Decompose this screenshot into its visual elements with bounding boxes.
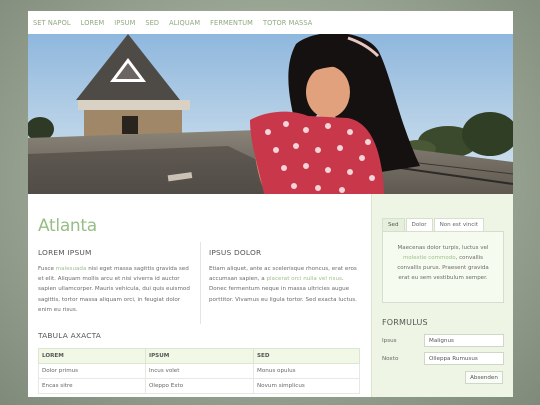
ipsus-input[interactable]: [424, 334, 504, 347]
lorem-ipsum-text-end: nisi eget massa sagittis gravida sed et …: [38, 266, 190, 313]
tab-sed[interactable]: Sed: [382, 218, 405, 231]
form-title: Formulus: [382, 318, 428, 327]
table-header: IPSUM: [145, 348, 254, 364]
table-cell: Novum simplicus: [253, 378, 360, 394]
lorem-ipsum-heading: Lorem Ipsum: [38, 248, 92, 257]
tab-dolor[interactable]: Dolor: [405, 218, 433, 231]
nav-item-set-napol[interactable]: Set Napol: [33, 19, 71, 27]
noxto-label: Noxto: [382, 355, 399, 362]
table-header: LOREM: [38, 348, 146, 364]
top-navigation: Set Napol Lorem Ipsum Sed Aliquam Fermen…: [28, 11, 513, 34]
ipsus-dolor-text: Etiam aliquet, ante ac scelerisque rhonc…: [209, 264, 363, 305]
lorem-ipsum-text: Fusce malesuada nisi eget massa sagittis…: [38, 264, 194, 315]
nav-item-aliquam[interactable]: Aliquam: [169, 19, 200, 27]
table-cell: Encas sitre: [38, 378, 146, 394]
table-row: Dolor primus Incus volet Monus opulus: [38, 363, 360, 379]
table-cell: Incus volet: [145, 363, 254, 379]
table-header: SED: [253, 348, 360, 364]
placerat-link[interactable]: placerat orci nulla vel risus: [266, 276, 341, 282]
malesuada-link[interactable]: malesuada: [56, 266, 87, 272]
nav-item-totor-massa[interactable]: Totor Massa: [263, 19, 312, 27]
form-row-noxto: Noxto: [382, 352, 504, 365]
submit-button[interactable]: Absenden: [465, 371, 503, 384]
table-cell: Dolor primus: [38, 363, 146, 379]
ipsus-dolor-heading: Ipsus Dolor: [209, 248, 262, 257]
noxto-input[interactable]: [424, 352, 504, 365]
hero-image: [28, 34, 513, 194]
tab-non-est-vincit[interactable]: Non est vincit: [433, 218, 485, 231]
lorem-ipsum-column: Lorem Ipsum Fusce malesuada nisi eget ma…: [38, 248, 194, 315]
table-title: Tabula Axacta: [38, 331, 101, 340]
ipsus-dolor-column: Ipsus Dolor Etiam aliquet, ante ac scele…: [209, 248, 363, 305]
tab-panel-text: Maecenas dolor turpis, luctus vel molest…: [391, 243, 495, 283]
column-divider: [200, 242, 201, 324]
main-content: Atlanta Lorem Ipsum Fusce malesuada nisi…: [28, 194, 371, 397]
sidebar-tabs: Sed Dolor Non est vincit: [382, 218, 485, 231]
nav-item-fermentum[interactable]: Fermentum: [210, 19, 253, 27]
lorem-ipsum-text-start: Fusce: [38, 266, 56, 272]
nav-item-sed[interactable]: Sed: [145, 19, 159, 27]
table-cell: Monus opulus: [253, 363, 360, 379]
table-header-row: LOREM IPSUM SED: [38, 348, 360, 364]
sidebar: Sed Dolor Non est vincit Maecenas dolor …: [371, 194, 513, 397]
nav-item-lorem[interactable]: Lorem: [81, 19, 105, 27]
table-cell: Oleppo Exto: [145, 378, 254, 394]
tab-panel-text-start: Maecenas dolor turpis, luctus vel: [397, 245, 489, 251]
page-container: Set Napol Lorem Ipsum Sed Aliquam Fermen…: [28, 11, 513, 397]
site-title: Atlanta: [38, 216, 97, 236]
form-row-ipsus: Ipsus: [382, 334, 504, 347]
nav-item-ipsum[interactable]: Ipsum: [114, 19, 135, 27]
data-table: LOREM IPSUM SED Dolor primus Incus volet…: [38, 348, 360, 394]
tab-panel: Maecenas dolor turpis, luctus vel molest…: [382, 231, 504, 303]
table-row: Encas sitre Oleppo Exto Novum simplicus: [38, 378, 360, 394]
molestie-commodo-link[interactable]: molestie commodo: [403, 255, 456, 261]
ipsus-label: Ipsus: [382, 337, 397, 344]
